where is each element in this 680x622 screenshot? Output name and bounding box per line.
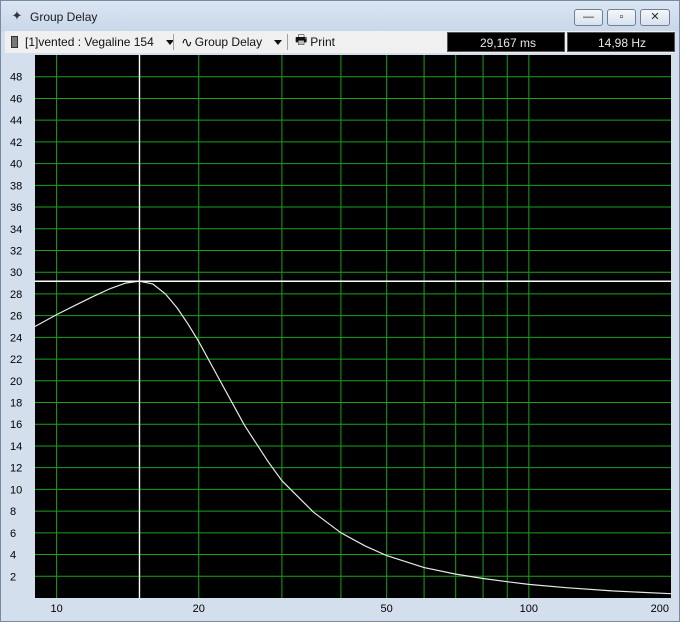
title-bar[interactable]: ✦ Group Delay — ▫ ✕	[1, 1, 679, 31]
x-tick-label: 20	[193, 603, 205, 615]
y-tick-label: 48	[10, 72, 22, 84]
close-icon: ✕	[650, 11, 660, 23]
toolbar: [1]vented : Vegaline 154 ∿ Group Delay 🖶…	[5, 31, 675, 54]
y-tick-label: 30	[10, 267, 22, 279]
minimize-button[interactable]: —	[574, 9, 603, 26]
y-tick-label: 40	[10, 159, 22, 171]
group-delay-chart[interactable]: 2468101214161820222426283032343638404244…	[5, 53, 675, 617]
plot-background	[35, 55, 671, 598]
y-tick-label: 4	[10, 550, 16, 562]
delay-readout: 29,167 ms	[447, 32, 565, 52]
print-label: Print	[310, 35, 335, 49]
maximize-icon: ▫	[619, 11, 624, 23]
y-tick-label: 18	[10, 398, 22, 410]
y-tick-label: 42	[10, 137, 22, 149]
maximize-button[interactable]: ▫	[607, 9, 636, 26]
x-tick-label: 10	[50, 603, 62, 615]
app-icon: ✦	[11, 8, 23, 23]
group-delay-window: ✦ Group Delay — ▫ ✕ [1]vented : Vegaline…	[0, 0, 680, 622]
toolbar-divider	[287, 34, 288, 50]
y-tick-label: 16	[10, 419, 22, 431]
y-tick-label: 6	[10, 528, 16, 540]
source-label: [1]vented : Vegaline 154	[25, 35, 154, 49]
speaker-icon	[11, 36, 18, 48]
y-tick-label: 26	[10, 311, 22, 323]
y-tick-label: 24	[10, 332, 22, 344]
waveform-icon: ∿	[181, 33, 193, 50]
printer-icon: 🖶	[295, 32, 308, 47]
toolbar-divider	[173, 34, 174, 50]
chevron-down-icon	[274, 39, 283, 45]
plot-area[interactable]: 2 4 6 8 10 12 14 16 18 20 22 24 26 28 30 32 34 36 38 40 42 44…	[5, 53, 675, 617]
y-tick-label: 14	[10, 441, 22, 453]
y-tick-label: 8	[10, 506, 16, 518]
view-dropdown[interactable]: ∿ Group Delay	[181, 31, 283, 53]
view-label: Group Delay	[194, 35, 263, 49]
y-tick-label: 36	[10, 202, 22, 214]
y-tick-label: 46	[10, 93, 22, 105]
print-button[interactable]: 🖶 Print	[295, 31, 335, 53]
y-tick-label: 32	[10, 245, 22, 257]
y-tick-label: 10	[10, 484, 22, 496]
y-tick-label: 20	[10, 376, 22, 388]
y-tick-label: 34	[10, 224, 22, 236]
source-dropdown[interactable]: [1]vented : Vegaline 154	[11, 31, 174, 53]
x-tick-label: 50	[381, 603, 393, 615]
x-tick-label: 100	[520, 603, 538, 615]
close-button[interactable]: ✕	[640, 9, 670, 26]
y-tick-label: 2	[10, 571, 16, 583]
frequency-readout: 14,98 Hz	[567, 32, 675, 52]
minimize-icon: —	[583, 11, 594, 23]
window-title: Group Delay	[30, 10, 98, 24]
y-tick-label: 38	[10, 180, 22, 192]
y-tick-label: 12	[10, 463, 22, 475]
y-tick-label: 22	[10, 354, 22, 366]
y-tick-label: 44	[10, 115, 22, 127]
y-tick-label: 28	[10, 289, 22, 301]
x-tick-label: 200	[651, 603, 669, 615]
